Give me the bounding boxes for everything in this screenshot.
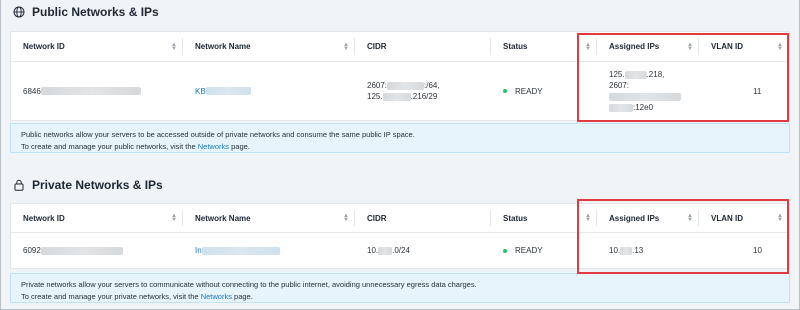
info-text: To create and manage your private networ… <box>21 292 201 301</box>
network-name-link[interactable]: In <box>195 245 202 256</box>
status-dot-icon <box>503 248 507 253</box>
cell-cidr: 10. .0/24 <box>355 233 491 268</box>
col-cidr[interactable]: CIDR <box>355 204 491 232</box>
redacted-block <box>382 92 411 101</box>
sort-icon[interactable]: ▲ ▼ <box>343 42 349 52</box>
highlight-box-private <box>577 199 789 274</box>
col-network-name[interactable]: Network Name ▲ ▼ <box>183 204 355 232</box>
info-text: page. <box>229 142 250 151</box>
redacted-block <box>378 246 393 255</box>
cell-network-name: KB <box>183 62 355 120</box>
networks-link[interactable]: Networks <box>201 292 232 301</box>
private-section-title: Private Networks & IPs <box>32 178 163 192</box>
cidr-part: 125. <box>367 92 383 101</box>
private-info-banner: Private networks allow your servers to c… <box>10 273 790 303</box>
sort-icon[interactable]: ▲ ▼ <box>171 42 177 52</box>
network-name-link[interactable]: KB <box>195 86 206 97</box>
info-text-line2: To create and manage your private networ… <box>21 291 779 303</box>
col-label: Network Name <box>195 213 251 223</box>
cell-network-name: In <box>183 233 355 268</box>
redacted-block <box>40 246 123 255</box>
cidr-line: 125. .216/29 <box>367 91 437 102</box>
status-badge: READY <box>515 246 543 255</box>
cell-network-id: 6092 <box>11 233 183 268</box>
info-text-line2: To create and manage your public network… <box>21 141 779 153</box>
public-section-title: Public Networks & IPs <box>32 5 159 19</box>
status-badge: READY <box>515 86 543 96</box>
public-section-header: Public Networks & IPs <box>1 0 799 24</box>
info-text: Public networks allow your servers to be… <box>21 130 415 139</box>
networks-link[interactable]: Networks <box>198 142 229 151</box>
col-label: Network Name <box>195 42 251 51</box>
cidr-line: 2607: :/64, <box>367 80 440 91</box>
info-text: Private networks allow your servers to c… <box>21 280 477 289</box>
cell-cidr: 2607: :/64, 125. .216/29 <box>355 62 491 120</box>
network-id-value: 6846 <box>23 86 41 96</box>
redacted-block <box>40 87 141 95</box>
network-id-value: 6092 <box>23 246 41 255</box>
public-info-banner: Public networks allow your servers to be… <box>10 123 790 153</box>
col-cidr[interactable]: CIDR <box>355 32 491 61</box>
lock-icon <box>14 179 24 191</box>
sort-icon[interactable]: ▲ ▼ <box>171 213 177 223</box>
col-label: Status <box>503 213 528 223</box>
redacted-block <box>205 87 251 95</box>
highlight-box-public <box>577 33 789 122</box>
col-network-name[interactable]: Network Name ▲ ▼ <box>183 32 355 61</box>
col-network-id[interactable]: Network ID ▲ ▼ <box>11 32 183 61</box>
col-label: CIDR <box>367 42 387 51</box>
cidr-part: .0/24 <box>392 246 410 255</box>
cidr-part: :/64, <box>424 81 440 90</box>
sort-icon[interactable]: ▲ ▼ <box>343 213 349 223</box>
col-network-id[interactable]: Network ID ▲ ▼ <box>11 204 183 232</box>
col-label: Network ID <box>23 213 65 223</box>
col-label: Status <box>503 42 528 51</box>
info-text: To create and manage your public network… <box>21 142 198 151</box>
cell-network-id: 6846 <box>11 62 183 120</box>
cidr-part: .216/29 <box>410 92 438 101</box>
col-label: CIDR <box>367 213 387 223</box>
globe-icon <box>13 6 25 18</box>
status-dot-icon <box>503 89 507 93</box>
cidr-part: 2607: <box>367 81 388 90</box>
col-label: Network ID <box>23 42 65 51</box>
redacted-block <box>387 81 425 90</box>
cidr-part: 10. <box>367 246 379 255</box>
redacted-block <box>201 246 280 255</box>
private-section-header: Private Networks & IPs <box>1 173 799 197</box>
info-text: page. <box>231 292 253 301</box>
